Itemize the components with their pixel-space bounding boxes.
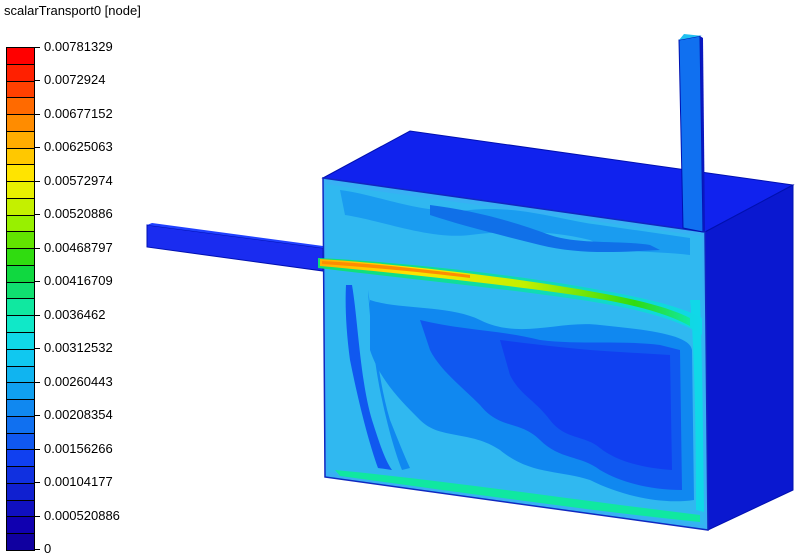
3d-viewport[interactable]: [0, 0, 801, 559]
inlet-pipe: [146, 223, 324, 272]
tank-model: [146, 34, 795, 531]
tank-side-face: [704, 184, 794, 531]
tank-front-face: [318, 177, 709, 531]
outlet-pipe: [678, 34, 705, 233]
